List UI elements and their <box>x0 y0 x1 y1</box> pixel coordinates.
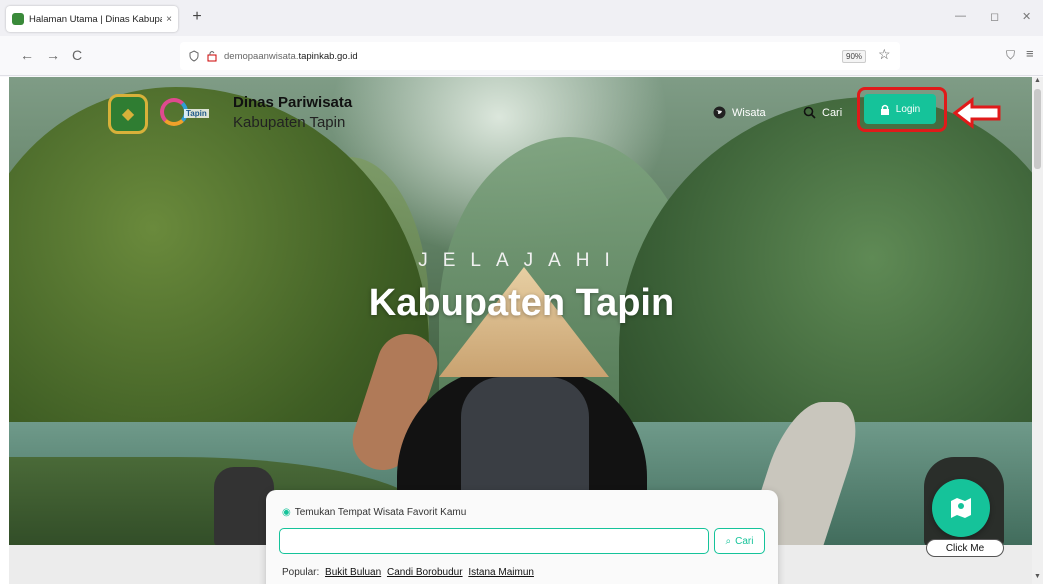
page-scrollbar[interactable]: ▲ ▼ <box>1032 77 1043 584</box>
page-viewport: ◆ Tapin Dinas Pariwisata Kabupaten Tapin… <box>0 77 1032 584</box>
search-button-label: Cari <box>735 535 754 547</box>
nav-wisata[interactable]: Wisata <box>713 106 766 119</box>
back-button[interactable]: ← <box>18 47 36 63</box>
globe-icon <box>713 106 726 119</box>
nav-cari[interactable]: Cari <box>803 106 842 119</box>
bookmark-star-icon[interactable]: ☆ <box>878 46 891 63</box>
tapin-logo[interactable]: Tapin <box>160 94 216 134</box>
popular-link-istana-maimun[interactable]: Istana Maimun <box>468 567 534 578</box>
tab-close-icon[interactable]: × <box>166 14 172 25</box>
scroll-thumb[interactable] <box>1034 89 1041 169</box>
new-tab-button[interactable]: + <box>188 8 206 26</box>
minimize-button[interactable]: — <box>955 10 966 22</box>
nav-cari-label: Cari <box>822 106 843 119</box>
close-window-button[interactable]: ✕ <box>1022 10 1031 23</box>
kabupaten-logo[interactable]: ◆ <box>108 94 148 134</box>
brand-subtitle: Kabupaten Tapin <box>233 114 346 131</box>
reload-button[interactable]: C <box>68 47 86 63</box>
scroll-down-icon[interactable]: ▼ <box>1034 573 1041 580</box>
zoom-level[interactable]: 90% <box>842 50 867 63</box>
location-pin-icon: ◉ <box>282 507 291 518</box>
popular-link-candi-borobudur[interactable]: Candi Borobudur <box>387 567 463 578</box>
url-bar[interactable]: demopaanwisata.tapinkab.go.id <box>180 42 900 70</box>
search-label-text: Temukan Tempat Wisata Favorit Kamu <box>294 507 467 518</box>
search-label: ◉ Temukan Tempat Wisata Favorit Kamu <box>282 507 466 518</box>
menu-icon[interactable]: ≡ <box>1026 46 1034 61</box>
search-icon <box>803 106 816 119</box>
hero-kicker: JELAJAHI <box>418 250 625 271</box>
tab-strip: Halaman Utama | Dinas Kabupa × + — ◻ ✕ <box>0 0 1043 36</box>
tab-halaman-utama[interactable]: Halaman Utama | Dinas Kabupa × <box>6 6 178 32</box>
pocket-icon[interactable]: ⛉ <box>1006 48 1015 63</box>
lock-broken-icon <box>207 51 217 62</box>
tab-title: Halaman Utama | Dinas Kabupa <box>29 13 163 25</box>
search-card: ◉ Temukan Tempat Wisata Favorit Kamu ⌕ C… <box>266 490 778 584</box>
maximize-button[interactable]: ◻ <box>990 10 999 23</box>
login-highlight-box <box>857 87 947 132</box>
tapin-logo-label: Tapin <box>184 109 209 118</box>
nav-bar: ← → C demopaanwisata.tapinkab.go.id 90% … <box>0 36 1043 76</box>
search-input[interactable] <box>279 528 709 554</box>
map-fab-button[interactable] <box>932 479 990 537</box>
popular-link-bukit-buluan[interactable]: Bukit Buluan <box>325 567 381 578</box>
hero-title: Kabupaten Tapin <box>368 282 675 324</box>
brand-title: Dinas Pariwisata <box>233 94 353 111</box>
favicon-icon <box>12 13 24 25</box>
forward-button[interactable]: → <box>44 47 62 63</box>
hero-statue-left <box>214 467 274 545</box>
popular-searches: Popular: Bukit Buluan Candi Borobudur Is… <box>282 567 534 578</box>
search-button[interactable]: ⌕ Cari <box>714 528 765 554</box>
map-icon <box>951 498 971 518</box>
left-arrow-annotation-icon <box>952 97 1001 129</box>
nav-wisata-label: Wisata <box>732 106 766 119</box>
popular-label: Popular: <box>282 567 320 578</box>
browser-window: Halaman Utama | Dinas Kabupa × + — ◻ ✕ ←… <box>0 0 1043 584</box>
shield-outline-icon <box>189 50 199 62</box>
click-me-label[interactable]: Click Me <box>926 539 1004 557</box>
search-icon: ⌕ <box>725 535 732 547</box>
url-text: demopaanwisata.tapinkab.go.id <box>224 50 358 62</box>
scroll-up-icon[interactable]: ▲ <box>1034 77 1041 84</box>
